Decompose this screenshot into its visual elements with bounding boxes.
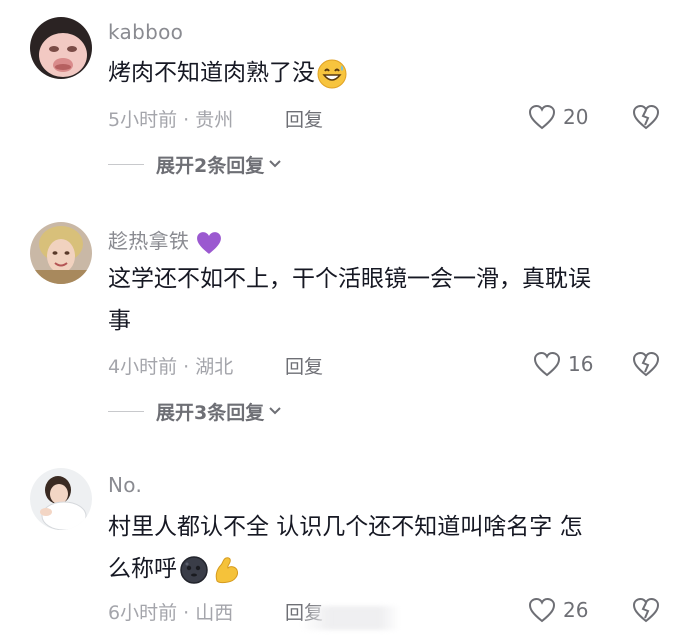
comment-text: 这学还不如不上，干个活眼镜一会一滑，真耽误 事 [108,258,668,342]
grinning-sweat-face-icon [317,59,347,88]
username[interactable]: kabboo [108,20,183,44]
avatar-image [30,17,92,79]
expand-replies-button[interactable]: 展开3条回复 [108,397,282,425]
comment-item: 趁热拿铁 这学还不如不上，干个活眼镜一会一滑，真耽误 事 4小时前 · 湖北 回… [0,200,690,445]
chevron-down-icon [269,160,281,168]
broken-heart-icon[interactable] [632,597,660,623]
username-text: 趁热拿铁 [108,229,190,253]
chevron-down-icon [269,407,281,415]
comment-time-location: 5小时前 · 贵州 [108,109,234,131]
username[interactable]: No. [108,473,142,497]
heart-icon[interactable] [528,597,556,623]
expand-replies-label: 展开3条回复 [156,401,265,424]
like-count: 20 [563,105,589,129]
avatar-image [30,222,92,284]
heart-icon[interactable] [533,351,561,377]
expand-divider [108,163,144,165]
avatar-image [30,468,92,530]
avatar[interactable] [30,17,92,79]
comment-text-content: 么称呼 [108,556,177,582]
comment-text: 烤肉不知道肉熟了没 [108,52,668,94]
avatar[interactable] [30,468,92,530]
watermark-overlay [300,606,400,630]
heart-icon[interactable] [528,104,556,130]
comment-text-content: 烤肉不知道肉熟了没 [108,60,315,86]
expand-divider [108,410,144,412]
like-count: 26 [563,598,589,622]
comment-time-location: 6小时前 · 山西 [108,602,234,624]
comment-text-line: 村里人都认不全 认识几个还不知道叫啥名字 怎 [108,514,583,540]
comment-time-location: 4小时前 · 湖北 [108,356,234,378]
comment-text: 村里人都认不全 认识几个还不知道叫啥名字 怎 么称呼 [108,506,668,590]
reply-button[interactable]: 回复 [285,352,323,379]
comment-text-line: 这学还不如不上，干个活眼镜一会一滑，真耽误 [108,266,591,292]
broken-heart-icon[interactable] [632,351,660,377]
comment-text-line: 事 [108,308,131,334]
like-count: 16 [568,352,594,376]
purple-heart-icon [196,231,221,254]
avatar[interactable] [30,222,92,284]
flexed-biceps-icon [215,556,238,583]
reply-button[interactable]: 回复 [285,105,323,132]
username[interactable]: 趁热拿铁 [108,225,222,255]
comment-item: kabboo 烤肉不知道肉熟了没 5小时前 · 贵州 回复 20 展开2条回复 [0,0,690,200]
dark-moon-face-icon [180,555,208,584]
expand-replies-label: 展开2条回复 [156,154,265,177]
comment-text-line: 么称呼 [108,548,668,590]
expand-replies-button[interactable]: 展开2条回复 [108,150,282,178]
broken-heart-icon[interactable] [632,104,660,130]
